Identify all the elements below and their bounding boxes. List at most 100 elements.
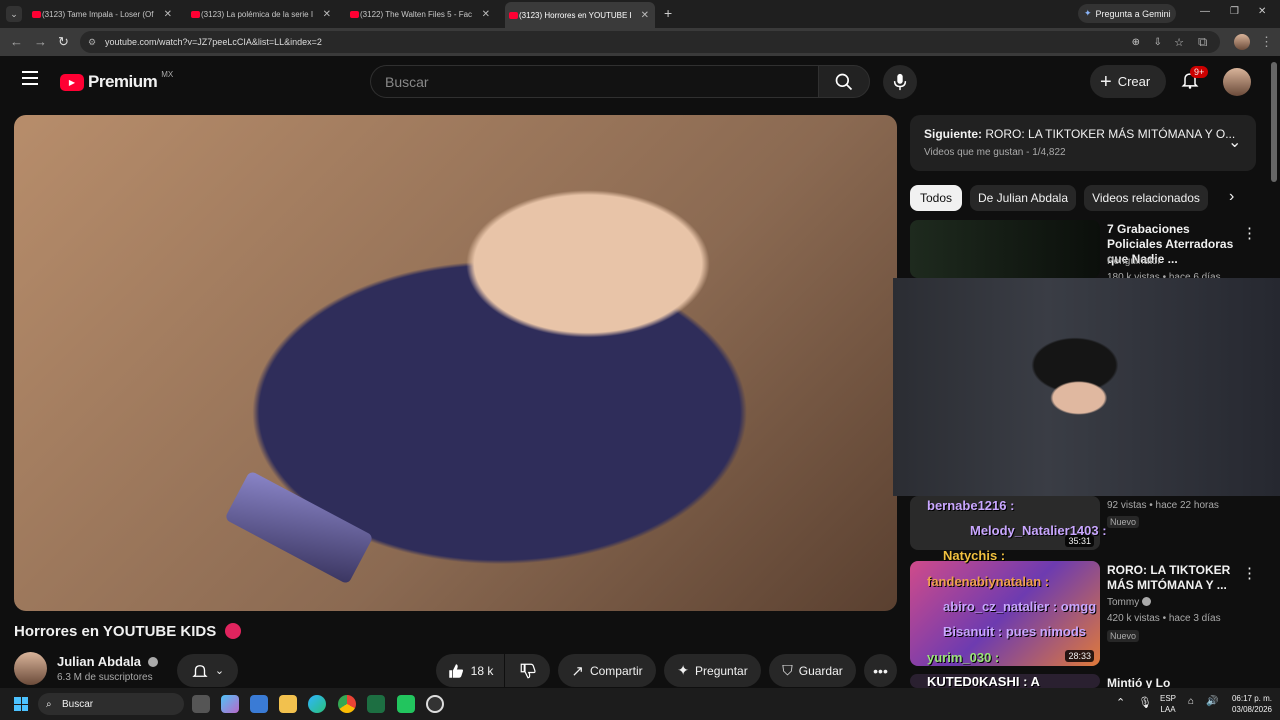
voice-search-button[interactable] [883, 65, 917, 99]
taskbar-search[interactable]: ⌕ Buscar [38, 693, 184, 715]
chevron-right-icon[interactable]: › [1229, 188, 1234, 206]
dislike-button[interactable] [505, 654, 550, 687]
video-title[interactable]: RORO: LA TIKTOKER MÁS MITÓMANA Y ... [1107, 563, 1237, 593]
subscribe-bell-button[interactable]: ⌄ [177, 654, 238, 687]
channel-avatar[interactable] [14, 652, 47, 685]
page-scrollbar[interactable] [1271, 62, 1277, 182]
edge-icon[interactable] [308, 695, 326, 713]
bookmark-icon: ⛉ [782, 662, 793, 678]
browser-tab-active[interactable]: (3123) Horrores en YOUTUBE K ✕ [505, 2, 655, 28]
browser-tab[interactable]: (3123) Tame Impala - Loser (Of ✕ [28, 4, 178, 24]
windows-start-icon[interactable] [14, 697, 28, 711]
playlist-name: Videos que me gustan - 1/4,822 [924, 147, 1066, 158]
browser-menu-icon[interactable]: ⋮ [1260, 34, 1273, 50]
close-window-button[interactable]: ✕ [1258, 6, 1266, 17]
forward-icon[interactable]: → [34, 34, 47, 49]
youtube-favicon-icon [191, 10, 200, 18]
chat-message: Bisanuit : pues nimods [943, 624, 1087, 639]
video-thumbnail[interactable] [910, 220, 1100, 278]
close-tab-icon[interactable]: ✕ [323, 9, 331, 20]
next-video-label: Siguiente: RORO: LA TIKTOKER MÁS MITÓMAN… [924, 127, 1236, 141]
language-indicator[interactable]: ESP LAA [1160, 693, 1176, 715]
excel-icon[interactable] [367, 695, 385, 713]
url-field[interactable]: ⚙ youtube.com/watch?v=JZ7peeLcCIA&list=L… [80, 31, 1220, 53]
account-avatar[interactable] [1223, 68, 1251, 96]
chevron-down-icon[interactable]: ⌄ [1228, 132, 1241, 152]
plus-icon: + [1100, 70, 1112, 93]
file-explorer-icon[interactable] [279, 695, 297, 713]
share-button[interactable]: ↗ Compartir [558, 654, 656, 687]
browser-tab[interactable]: (3123) La polémica de la serie I ✕ [187, 4, 337, 24]
browser-tab-bar: ⌄ (3123) Tame Impala - Loser (Of ✕ (3123)… [0, 0, 1280, 28]
zoom-icon[interactable]: ⊕ [1132, 37, 1140, 48]
channel-name[interactable]: Julian Abdala [57, 654, 158, 669]
clock[interactable]: 06:17 p. m. 03/08/2026 [1224, 693, 1272, 715]
close-tab-icon[interactable]: ✕ [164, 9, 172, 20]
chevron-up-icon[interactable]: ⌃ [1116, 696, 1125, 709]
back-icon[interactable]: ← [10, 34, 23, 49]
chip-all[interactable]: Todos [910, 185, 962, 211]
gemini-button[interactable]: ✦ Pregunta a Gemini [1078, 4, 1176, 23]
verified-icon [147, 657, 158, 667]
chat-message: KUTED0KASHI : A [927, 674, 1040, 689]
chip-from-channel[interactable]: De Julian Abdala [970, 185, 1076, 211]
playlist-panel[interactable]: Siguiente: RORO: LA TIKTOKER MÁS MITÓMAN… [910, 115, 1256, 171]
browser-profile-avatar[interactable] [1234, 34, 1250, 50]
tab-list-icon[interactable]: ⌄ [6, 6, 22, 22]
video-meta: 92 vistas • hace 22 horas [1107, 500, 1219, 511]
notifications-button[interactable]: 9+ [1180, 66, 1209, 94]
chip-related[interactable]: Videos relacionados [1084, 185, 1208, 211]
new-tab-button[interactable]: + [664, 5, 672, 21]
store-icon[interactable] [250, 695, 268, 713]
video-player[interactable] [14, 115, 897, 611]
bookmark-star-icon[interactable]: ☆ [1174, 36, 1184, 49]
hamburger-menu-icon[interactable] [22, 71, 38, 85]
youtube-header: ▶ Premium MX Buscar + Crear 9+ [0, 56, 1280, 106]
save-button[interactable]: ⛉ Guardar [769, 654, 856, 687]
chat-message: yurim_030 : [927, 650, 1000, 665]
close-tab-icon[interactable]: ✕ [641, 10, 649, 21]
search-icon [835, 73, 853, 90]
video-title[interactable]: Mintió y Lo [1107, 676, 1237, 688]
more-vertical-icon[interactable]: ⋮ [1242, 224, 1257, 242]
install-icon[interactable]: ⇩ [1154, 37, 1162, 48]
browser-tab[interactable]: (3122) The Walten Files 5 - Face ✕ [346, 4, 496, 24]
address-bar-row: ← → ↻ ⚙ youtube.com/watch?v=JZ7peeLcCIA&… [0, 28, 1280, 56]
close-tab-icon[interactable]: ✕ [482, 9, 490, 20]
duration-badge: 28:33 [1065, 650, 1094, 662]
sparkle-icon: ✦ [677, 662, 690, 678]
more-actions-button[interactable]: ••• [864, 654, 897, 687]
chat-message: Melody_Natalier1403 : [970, 523, 1107, 538]
search-input[interactable]: Buscar [370, 65, 818, 98]
network-icon[interactable]: ⌂ [1188, 696, 1194, 707]
notification-count-badge: 9+ [1190, 66, 1209, 78]
minimize-button[interactable]: — [1200, 6, 1210, 17]
stream-app-icon[interactable] [397, 695, 415, 713]
new-badge: Nuevo [1107, 630, 1140, 642]
site-info-icon[interactable]: ⚙ [88, 37, 96, 48]
extensions-icon[interactable]: ⧉ [1198, 34, 1207, 50]
like-button[interactable]: 18 k [436, 654, 504, 687]
video-channel: Penguinator [1107, 256, 1161, 267]
chat-message: Natychis : [943, 548, 1006, 563]
search-icon: ⌕ [46, 698, 52, 710]
ask-button[interactable]: ✦ Preguntar [664, 654, 761, 687]
youtube-logo[interactable]: ▶ Premium MX [60, 70, 173, 92]
youtube-play-icon: ▶ [60, 73, 84, 91]
chevron-down-icon: ⌄ [214, 665, 225, 677]
more-vertical-icon[interactable]: ⋮ [1242, 564, 1257, 582]
restore-button[interactable]: ❐ [1230, 6, 1239, 17]
streamer-webcam-overlay [893, 278, 1280, 496]
reload-icon[interactable]: ↻ [58, 34, 69, 50]
chrome-icon[interactable] [338, 695, 356, 713]
verified-icon [1142, 597, 1152, 606]
volume-icon[interactable]: 🔊 [1206, 696, 1218, 707]
chat-message: abiro_cz_natalier : omgg [943, 599, 1097, 614]
copilot-icon[interactable] [221, 695, 239, 713]
create-button[interactable]: + Crear [1090, 65, 1166, 98]
search-button[interactable] [818, 65, 870, 98]
task-view-icon[interactable] [192, 695, 210, 713]
youtube-favicon-icon [32, 10, 41, 18]
obs-icon[interactable] [426, 695, 444, 713]
microphone-tray-icon[interactable]: 🎙 [1138, 696, 1152, 709]
